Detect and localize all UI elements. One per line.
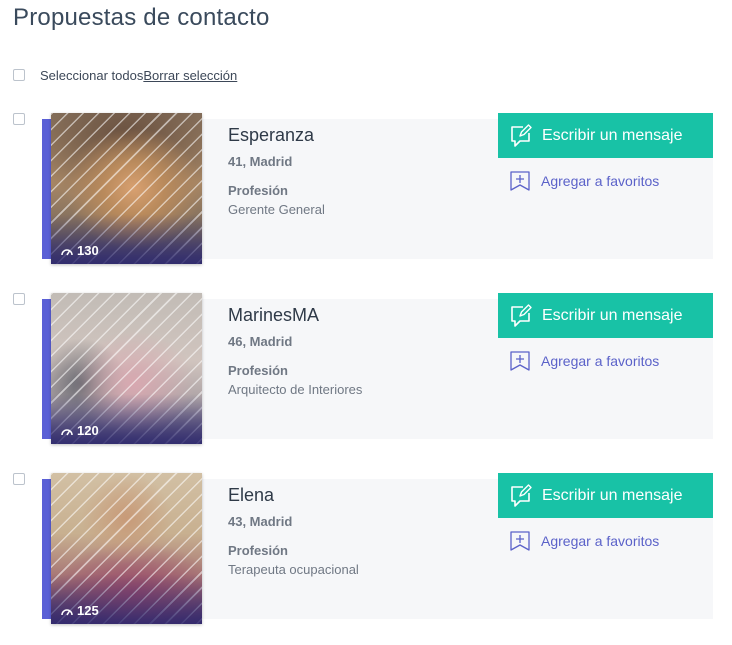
select-all-checkbox[interactable] (13, 69, 25, 81)
profile-age-city: 43, Madrid (228, 514, 293, 529)
write-message-label: Escribir un mensaje (542, 306, 683, 324)
profile-age-city: 41, Madrid (228, 154, 293, 169)
clear-selection-link[interactable]: Borrar selección (143, 68, 237, 83)
profile-card: 120 MarinesMA 46, Madrid Profesión Arqui… (0, 293, 732, 445)
profession-value: Gerente General (228, 202, 325, 217)
profile-checkbox[interactable] (13, 113, 25, 125)
profile-photo[interactable]: 125 (51, 473, 202, 624)
write-message-label: Escribir un mensaje (542, 126, 683, 144)
speedometer-icon (61, 608, 73, 615)
add-favorite-button[interactable]: Agregar a favoritos (509, 530, 659, 552)
popularity-indicator: 125 (60, 603, 99, 618)
profile-card: 125 Elena 43, Madrid Profesión Terapeuta… (0, 473, 732, 625)
write-message-button[interactable]: Escribir un mensaje (498, 293, 713, 338)
popularity-count: 125 (77, 603, 99, 618)
bookmark-plus-icon (510, 171, 530, 191)
popularity-indicator: 120 (60, 423, 99, 438)
profile-name[interactable]: Elena (228, 485, 274, 506)
profile-photo[interactable]: 130 (51, 113, 202, 264)
speedometer-icon (61, 428, 73, 435)
profile-checkbox[interactable] (13, 473, 25, 485)
selection-controls: Seleccionar todos Borrar selección (13, 66, 237, 84)
profile-photo[interactable]: 120 (51, 293, 202, 444)
speedometer-icon (61, 248, 73, 255)
write-message-button[interactable]: Escribir un mensaje (498, 113, 713, 158)
popularity-count: 130 (77, 243, 99, 258)
page-title: Propuestas de contacto (13, 4, 270, 31)
profession-value: Terapeuta ocupacional (228, 562, 359, 577)
profile-name[interactable]: Esperanza (228, 125, 314, 146)
profile-age-city: 46, Madrid (228, 334, 293, 349)
profile-name[interactable]: MarinesMA (228, 305, 319, 326)
add-favorite-button[interactable]: Agregar a favoritos (509, 350, 659, 372)
profession-label: Profesión (228, 363, 288, 378)
compose-message-icon (511, 483, 532, 507)
write-message-button[interactable]: Escribir un mensaje (498, 473, 713, 518)
profession-label: Profesión (228, 543, 288, 558)
profile-card: 130 Esperanza 41, Madrid Profesión Geren… (0, 113, 732, 265)
profession-value: Arquitecto de Interiores (228, 382, 363, 397)
add-favorite-label: Agregar a favoritos (541, 353, 660, 369)
profession-label: Profesión (228, 183, 288, 198)
bookmark-plus-icon (510, 531, 530, 551)
write-message-label: Escribir un mensaje (542, 486, 683, 504)
add-favorite-label: Agregar a favoritos (541, 173, 660, 189)
profile-checkbox[interactable] (13, 293, 25, 305)
compose-message-icon (511, 303, 532, 327)
popularity-indicator: 130 (60, 243, 99, 258)
select-all-label[interactable]: Seleccionar todos (40, 68, 143, 83)
add-favorite-button[interactable]: Agregar a favoritos (509, 170, 659, 192)
add-favorite-label: Agregar a favoritos (541, 533, 660, 549)
compose-message-icon (511, 123, 532, 147)
bookmark-plus-icon (510, 351, 530, 371)
popularity-count: 120 (77, 423, 99, 438)
